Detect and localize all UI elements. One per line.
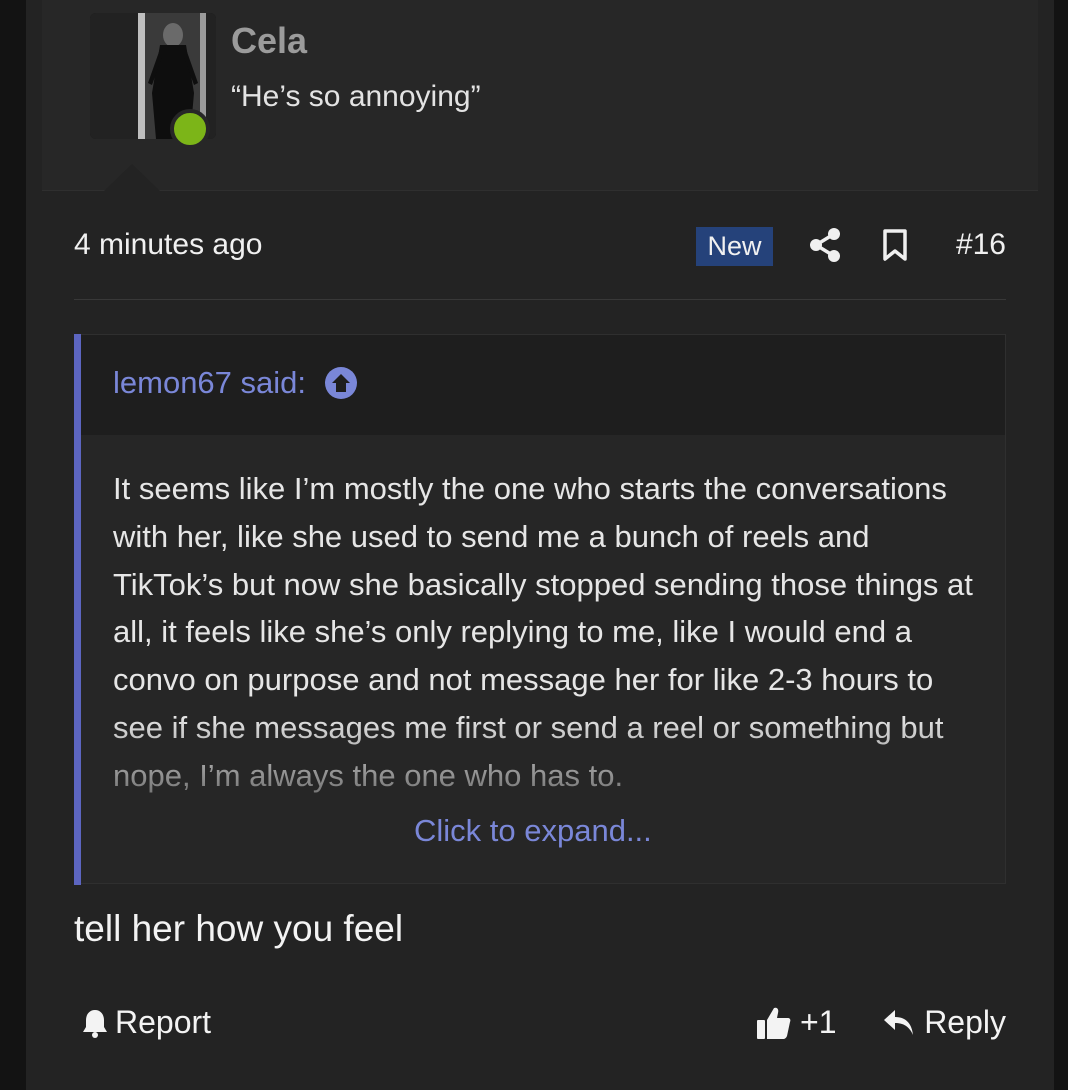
post-footer: Report +1 Reply (74, 1000, 1006, 1050)
divider (74, 299, 1006, 300)
user-bar: Cela “He’s so annoying” (42, 0, 1038, 191)
quote-header: lemon67 said: (81, 335, 1005, 435)
thumbs-up-icon (757, 1007, 791, 1039)
quote-author-label[interactable]: lemon67 said: (113, 365, 306, 401)
post-number-link[interactable]: #16 (956, 228, 1006, 262)
reply-button[interactable]: Reply (882, 1004, 1006, 1041)
share-icon[interactable] (808, 227, 842, 263)
expand-link[interactable]: Click to expand... (414, 813, 652, 849)
reply-icon (884, 1009, 914, 1035)
quote-accent-bar (74, 334, 81, 885)
online-status-indicator (170, 109, 210, 149)
like-label: +1 (800, 1004, 837, 1040)
userbar-pointer (104, 164, 160, 191)
post-meta: 4 minutes ago New #16 (74, 224, 1006, 270)
quote-text: It seems like I’m mostly the one who sta… (113, 471, 973, 793)
post-timestamp[interactable]: 4 minutes ago (74, 228, 262, 262)
post-message: tell her how you feel (74, 908, 404, 949)
post-container: Cela “He’s so annoying” 4 minutes ago Ne… (26, 0, 1054, 1090)
arrow-up-circle-icon[interactable] (324, 366, 358, 400)
bookmark-icon[interactable] (882, 228, 908, 262)
like-button[interactable]: +1 (756, 1004, 836, 1041)
report-button[interactable]: Report (81, 1004, 211, 1041)
reply-label: Reply (924, 1004, 1006, 1040)
quote-block: lemon67 said: It seems like I’m mostly t… (74, 334, 1006, 885)
new-badge: New (696, 227, 773, 266)
quote-author-link[interactable]: lemon67 said: (113, 365, 358, 401)
bell-icon (83, 1009, 107, 1038)
report-label: Report (115, 1004, 212, 1040)
user-title: “He’s so annoying” (231, 80, 481, 113)
username[interactable]: Cela (231, 20, 307, 62)
